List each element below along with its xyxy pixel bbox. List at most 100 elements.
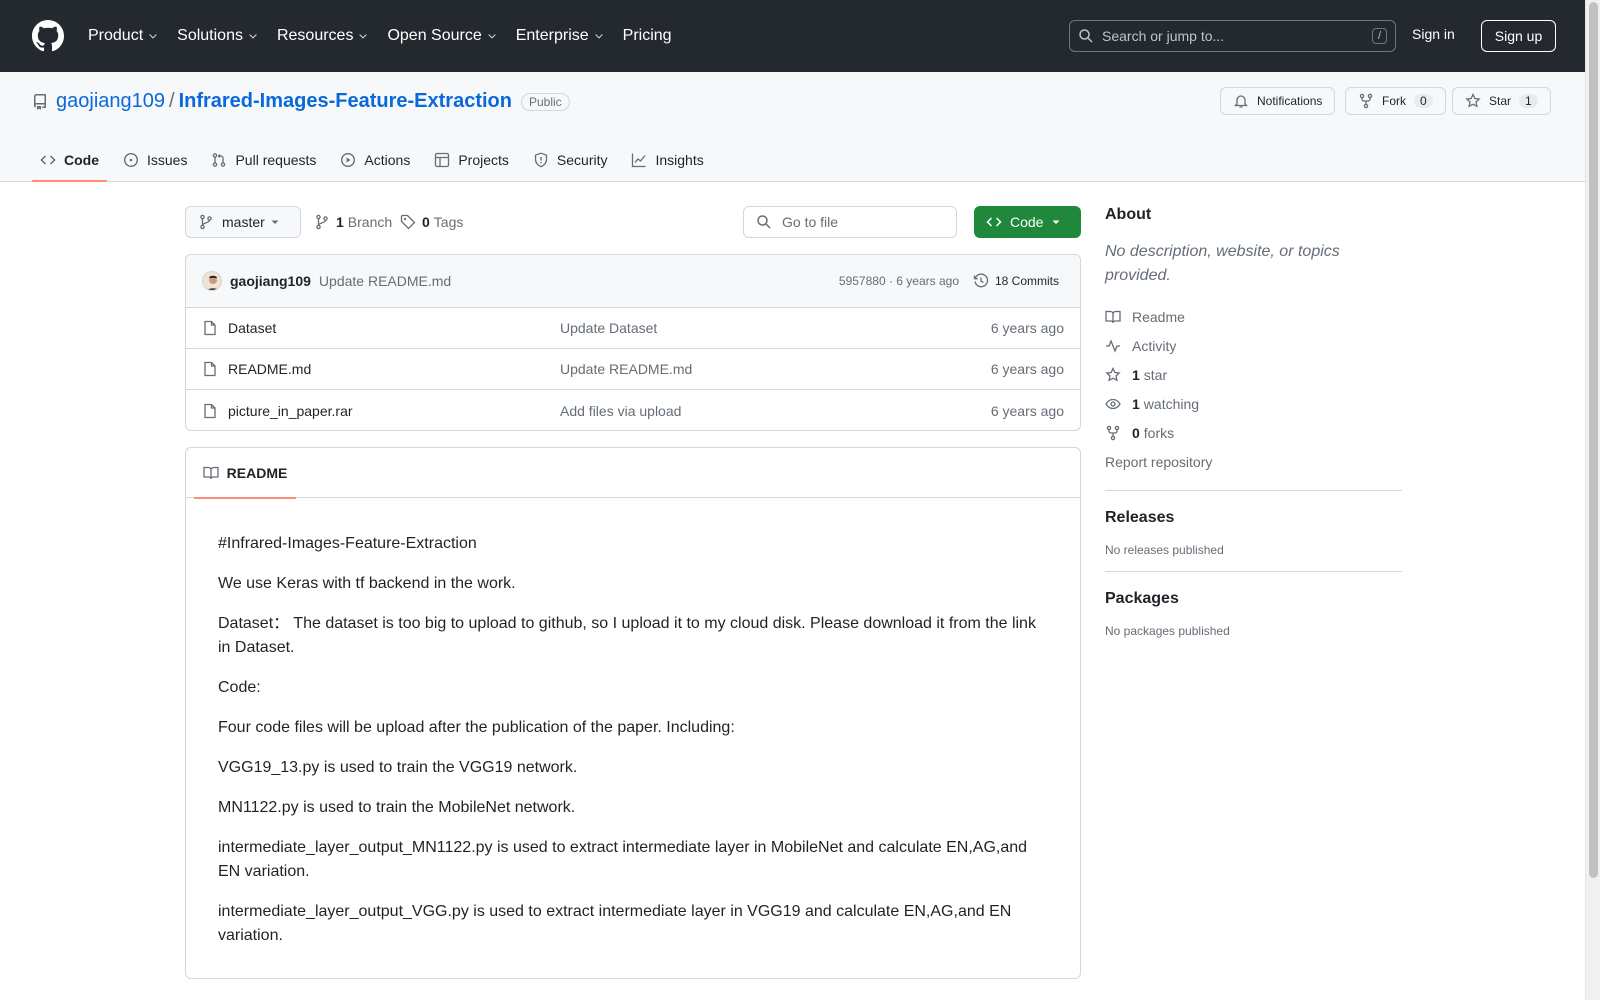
history-icon bbox=[973, 273, 989, 288]
repo-path-separator: / bbox=[169, 90, 175, 112]
file-commit-link[interactable]: Update Dataset bbox=[560, 320, 657, 336]
file-age: 6 years ago bbox=[990, 361, 1064, 377]
tab-security[interactable]: Security bbox=[525, 141, 616, 179]
file-commit-link[interactable]: Update README.md bbox=[560, 361, 692, 377]
about-description: No description, website, or topics provi… bbox=[1105, 243, 1340, 284]
readme-paragraph: Four code files will be upload after the… bbox=[218, 719, 735, 736]
github-logo-icon[interactable] bbox=[32, 20, 64, 52]
file-age: 6 years ago bbox=[990, 320, 1064, 336]
file-icon bbox=[204, 403, 216, 418]
code-icon bbox=[40, 155, 56, 165]
sign-in-link[interactable]: Sign in bbox=[1412, 26, 1455, 42]
repo-name-link[interactable]: Infrared-Images-Feature-Extraction bbox=[179, 90, 512, 113]
search-icon bbox=[757, 215, 771, 229]
readme-paragraph: MN1122.py is used to train the MobileNet… bbox=[218, 799, 576, 816]
tab-code[interactable]: Code bbox=[32, 141, 107, 182]
file-icon bbox=[204, 320, 216, 336]
commits-history-link[interactable]: 18 Commits bbox=[973, 273, 1059, 289]
tab-issues-label: Issues bbox=[147, 152, 188, 168]
global-search-input[interactable]: Search or jump to... / bbox=[1069, 20, 1396, 52]
repo-title: gaojiang109 / Infrared-Images-Feature-Ex… bbox=[32, 90, 570, 113]
commit-author-link[interactable]: gaojiang109 bbox=[230, 273, 311, 289]
star-button[interactable]: Star 1 bbox=[1452, 87, 1551, 115]
nav-resources-label: Resources bbox=[276, 27, 354, 44]
notifications-button[interactable]: Notifications bbox=[1220, 87, 1336, 115]
tab-pull-requests[interactable]: Pull requests bbox=[203, 141, 324, 179]
nav-pricing[interactable]: Pricing bbox=[623, 27, 672, 45]
report-repository-link[interactable]: Report repository bbox=[1105, 447, 1402, 476]
latest-commit-bar: gaojiang109 Update README.md 5957880 · 6… bbox=[186, 255, 1080, 308]
branch-name: master bbox=[222, 214, 265, 230]
tab-actions[interactable]: Actions bbox=[332, 141, 418, 179]
scrollbar-thumb[interactable] bbox=[1589, 2, 1598, 878]
readme-link[interactable]: Readme bbox=[1105, 302, 1402, 331]
sign-up-button[interactable]: Sign up bbox=[1481, 20, 1556, 52]
readme-paragraph: intermediate_layer_output_MN1122.py is u… bbox=[218, 839, 1028, 880]
nav-product-label: Product bbox=[88, 27, 144, 44]
tab-insights[interactable]: Insights bbox=[623, 141, 711, 179]
watchers-link[interactable]: 1 watching bbox=[1105, 389, 1402, 418]
file-name-link[interactable]: picture_in_paper.rar bbox=[228, 403, 353, 419]
readme-paragraph: We use Keras with tf backend in the work… bbox=[218, 575, 516, 592]
tag-icon bbox=[400, 214, 416, 230]
nav-resources[interactable]: Resources bbox=[277, 27, 369, 45]
table-row: README.md Update README.md 6 years ago bbox=[186, 349, 1080, 390]
tag-count: 0 bbox=[422, 214, 430, 230]
releases-heading[interactable]: Releases bbox=[1105, 509, 1402, 527]
table-icon bbox=[435, 152, 450, 168]
packages-heading[interactable]: Packages bbox=[1105, 590, 1402, 608]
readme-link-label: Readme bbox=[1132, 308, 1185, 325]
stars-link[interactable]: 1 star bbox=[1105, 360, 1402, 389]
shield-icon bbox=[534, 152, 548, 168]
repo-icon bbox=[34, 93, 46, 110]
table-row: Dataset Update Dataset 6 years ago bbox=[186, 308, 1080, 349]
nav-open-source[interactable]: Open Source bbox=[387, 27, 497, 45]
issue-icon bbox=[123, 152, 139, 168]
play-circle-icon bbox=[341, 152, 356, 168]
file-icon bbox=[204, 361, 216, 377]
readme-paragraph: Code: bbox=[218, 679, 261, 696]
readme-paragraph: VGG19_13.py is used to train the VGG19 n… bbox=[218, 759, 578, 776]
tab-projects[interactable]: Projects bbox=[426, 141, 517, 179]
star-label: Star bbox=[1489, 94, 1512, 108]
repo-owner-link[interactable]: gaojiang109 bbox=[56, 90, 165, 113]
file-table: gaojiang109 Update README.md 5957880 · 6… bbox=[185, 254, 1081, 431]
go-to-file-input[interactable]: Go to file bbox=[743, 206, 957, 238]
nav-solutions[interactable]: Solutions bbox=[177, 27, 259, 45]
fork-count: 0 bbox=[1414, 94, 1433, 108]
pull-request-icon bbox=[213, 153, 226, 167]
branch-icon bbox=[316, 214, 328, 230]
stars-label: star bbox=[1143, 366, 1168, 383]
repo-header: gaojiang109 / Infrared-Images-Feature-Ex… bbox=[0, 72, 1585, 182]
branches-link[interactable]: 1 Branch bbox=[314, 214, 392, 230]
forks-link[interactable]: 0 forks bbox=[1105, 418, 1402, 447]
activity-link-label: Activity bbox=[1132, 337, 1177, 354]
code-dropdown-button[interactable]: Code bbox=[974, 206, 1081, 238]
avatar[interactable] bbox=[202, 271, 222, 291]
nav-product[interactable]: Product bbox=[88, 27, 159, 45]
branch-select-button[interactable]: master bbox=[185, 206, 301, 238]
nav-pricing-label: Pricing bbox=[622, 27, 672, 44]
page-scrollbar[interactable] bbox=[1585, 0, 1600, 1000]
commit-hash-and-age[interactable]: 5957880 · 6 years ago bbox=[839, 274, 959, 288]
tab-issues[interactable]: Issues bbox=[115, 141, 195, 179]
table-row: picture_in_paper.rar Add files via uploa… bbox=[186, 390, 1080, 430]
activity-link[interactable]: Activity bbox=[1105, 331, 1402, 360]
readme-panel: README #Infrared-Images-Feature-Extracti… bbox=[185, 447, 1081, 979]
watching-label: watching bbox=[1143, 395, 1200, 412]
chevron-down-icon bbox=[594, 34, 603, 39]
repo-sidebar: About No description, website, or topics… bbox=[1105, 206, 1402, 638]
file-name-link[interactable]: README.md bbox=[228, 361, 311, 377]
file-name-link[interactable]: Dataset bbox=[228, 320, 276, 336]
tags-link[interactable]: 0 Tags bbox=[400, 214, 463, 230]
commit-message-link[interactable]: Update README.md bbox=[319, 273, 451, 289]
fork-label: Fork bbox=[1382, 94, 1406, 108]
nav-enterprise[interactable]: Enterprise bbox=[516, 27, 605, 45]
graph-icon bbox=[632, 153, 646, 168]
file-commit-link[interactable]: Add files via upload bbox=[560, 403, 681, 419]
star-icon bbox=[1105, 366, 1121, 382]
fork-button[interactable]: Fork 0 bbox=[1345, 87, 1446, 115]
chevron-down-icon bbox=[359, 34, 368, 39]
readme-tab[interactable]: README bbox=[194, 448, 296, 499]
bell-icon bbox=[1233, 95, 1249, 108]
